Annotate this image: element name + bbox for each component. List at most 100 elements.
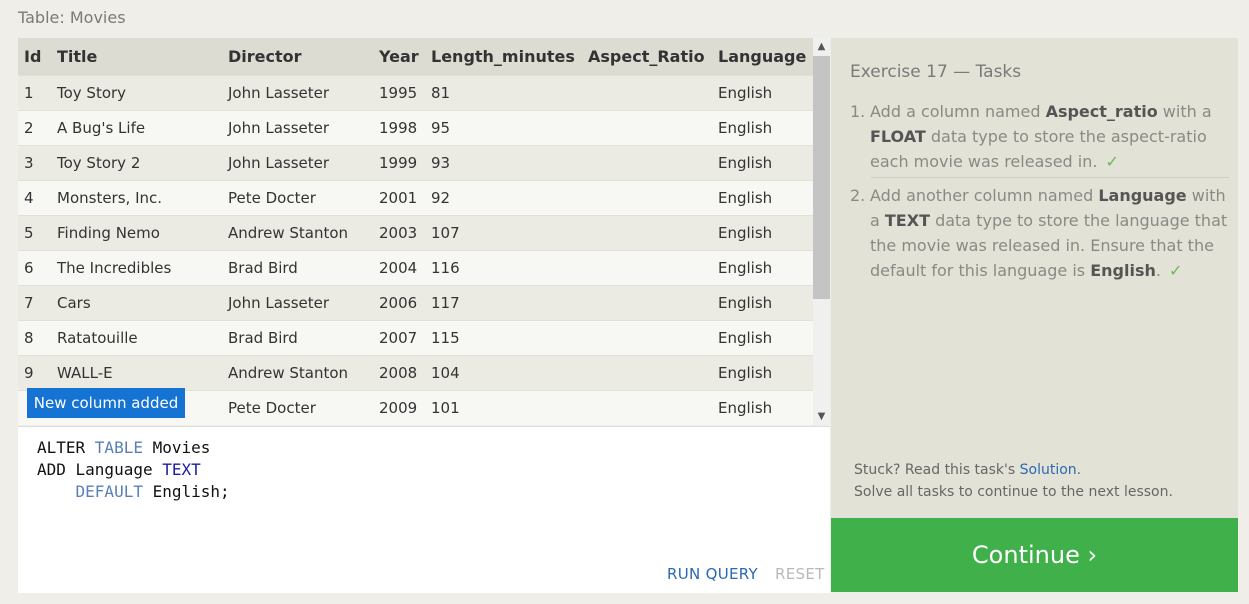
cell-director: John Lasseter — [228, 84, 330, 102]
cell-length: 107 — [431, 224, 460, 242]
cell-director: Brad Bird — [228, 259, 298, 277]
cell-id: 3 — [24, 154, 34, 172]
cell-director: Andrew Stanton — [228, 364, 349, 382]
cell-title: WALL-E — [57, 364, 113, 382]
checkmark-icon: ✓ — [1105, 152, 1119, 171]
cell-title: Toy Story 2 — [57, 154, 141, 172]
new-column-toast: New column added — [27, 388, 185, 418]
tasks-heading: Exercise 17 — Tasks — [850, 62, 1022, 82]
cell-length: 93 — [431, 154, 451, 172]
cell-language: English — [718, 364, 773, 382]
task-number: 2. — [850, 186, 866, 205]
task-keyword: FLOAT — [870, 127, 926, 146]
cell-year: 1998 — [379, 119, 418, 137]
task-keyword: Aspect_ratio — [1045, 102, 1158, 121]
cell-language: English — [718, 399, 773, 417]
chevron-down-icon[interactable]: ▼ — [813, 408, 830, 425]
cell-id: 9 — [24, 364, 34, 382]
cell-language: English — [718, 224, 773, 242]
table-row: 8 Ratatouille Brad Bird 2007 115 English — [18, 320, 813, 355]
cell-id: 6 — [24, 259, 34, 277]
solve-note: Solve all tasks to continue to the next … — [854, 484, 1173, 500]
cell-year: 1995 — [379, 84, 418, 102]
cell-title: Ratatouille — [57, 329, 138, 347]
run-query-button[interactable]: RUN QUERY — [667, 565, 758, 583]
code-token: DEFAULT — [75, 482, 143, 501]
reset-button[interactable]: RESET — [775, 565, 825, 583]
cell-length: 104 — [431, 364, 460, 382]
code-token: Movies — [142, 438, 211, 457]
continue-button[interactable]: Continue › — [831, 518, 1238, 592]
scroll-thumb[interactable] — [813, 56, 830, 299]
task-text-part: Add another column named — [870, 186, 1099, 205]
table-row: 5 Finding Nemo Andrew Stanton 2003 107 Englis… — [18, 215, 813, 250]
cell-director: John Lasseter — [228, 294, 330, 312]
cell-language: English — [718, 259, 773, 277]
cell-length: 81 — [431, 84, 451, 102]
cell-id: 8 — [24, 329, 34, 347]
cell-title: Cars — [57, 294, 91, 312]
cell-director: John Lasseter — [228, 119, 330, 137]
cell-id: 4 — [24, 189, 34, 207]
code-token: TEXT — [162, 460, 201, 479]
cell-language: English — [718, 294, 773, 312]
chevron-up-icon[interactable]: ▲ — [813, 38, 830, 55]
checkmark-icon: ✓ — [1168, 261, 1183, 280]
cell-title: The Incredibles — [57, 259, 172, 277]
cell-language: English — [718, 329, 773, 347]
task-keyword: Language — [1098, 186, 1187, 205]
cell-id: 7 — [24, 294, 34, 312]
cell-title: A Bug's Life — [57, 119, 146, 137]
results-table: Id Title Director Year Length_minutes Aspect_… — [18, 38, 830, 425]
column-header-title: Title — [57, 47, 98, 66]
cell-length: 101 — [431, 399, 460, 417]
column-header-aspect: Aspect_Ratio — [588, 47, 705, 66]
table-row: 4 Monsters, Inc. Pete Docter 2001 92 English — [18, 180, 813, 215]
cell-year: 2003 — [379, 224, 418, 242]
code-token: English; — [142, 482, 230, 501]
stuck-help: Stuck? Read this task's Solution. Solve … — [854, 459, 1173, 503]
stuck-period: . — [1076, 462, 1082, 478]
cell-year: 2004 — [379, 259, 418, 277]
task-text-part: . — [1155, 261, 1161, 280]
task-text: Add a column named Aspect_ratio with a F… — [870, 99, 1228, 174]
column-header-director: Director — [228, 47, 302, 66]
cell-title: Toy Story — [57, 84, 127, 102]
cell-year: 2008 — [379, 364, 418, 382]
cell-length: 95 — [431, 119, 451, 137]
task-divider — [871, 177, 1229, 178]
task-keyword: TEXT — [884, 211, 930, 230]
sql-editor[interactable]: ALTER TABLE Movies ADD Language TEXT DEF… — [18, 426, 830, 593]
cell-length: 116 — [431, 259, 460, 277]
table-row: 7 Cars John Lasseter 2006 117 English — [18, 285, 813, 320]
column-header-year: Year — [379, 47, 419, 66]
cell-language: English — [718, 189, 773, 207]
tasks-panel: Exercise 17 — Tasks 1. Add a column name… — [831, 38, 1238, 518]
cell-id: 5 — [24, 224, 34, 242]
cell-title: Finding Nemo — [57, 224, 160, 242]
cell-director: Pete Docter — [228, 399, 316, 417]
table-row: 2 A Bug's Life John Lasseter 1998 95 English — [18, 110, 813, 145]
table-row: 1 Toy Story John Lasseter 1995 81 English — [18, 75, 813, 110]
task-keyword: English — [1090, 261, 1156, 280]
table-row: 3 Toy Story 2 John Lasseter 1999 93 English — [18, 145, 813, 180]
cell-year: 2009 — [379, 399, 418, 417]
column-header-id: Id — [24, 47, 42, 66]
cell-year: 1999 — [379, 154, 418, 172]
cell-director: Brad Bird — [228, 329, 298, 347]
column-header-length: Length_minutes — [431, 47, 575, 66]
cell-length: 115 — [431, 329, 460, 347]
sql-code[interactable]: ALTER TABLE Movies ADD Language TEXT DEF… — [37, 437, 230, 503]
cell-language: English — [718, 84, 773, 102]
table-row: 9 WALL-E Andrew Stanton 2008 104 English — [18, 355, 813, 390]
column-header-language: Language — [718, 47, 807, 66]
task-text: Add another column named Language with a… — [870, 183, 1228, 283]
cell-director: Andrew Stanton — [228, 224, 349, 242]
cell-director: Pete Docter — [228, 189, 316, 207]
cell-length: 117 — [431, 294, 460, 312]
code-token: ALTER — [37, 438, 95, 457]
table-scrollbar[interactable]: ▲ ▼ — [813, 38, 830, 425]
cell-language: English — [718, 154, 773, 172]
solution-link[interactable]: Solution — [1020, 462, 1077, 478]
